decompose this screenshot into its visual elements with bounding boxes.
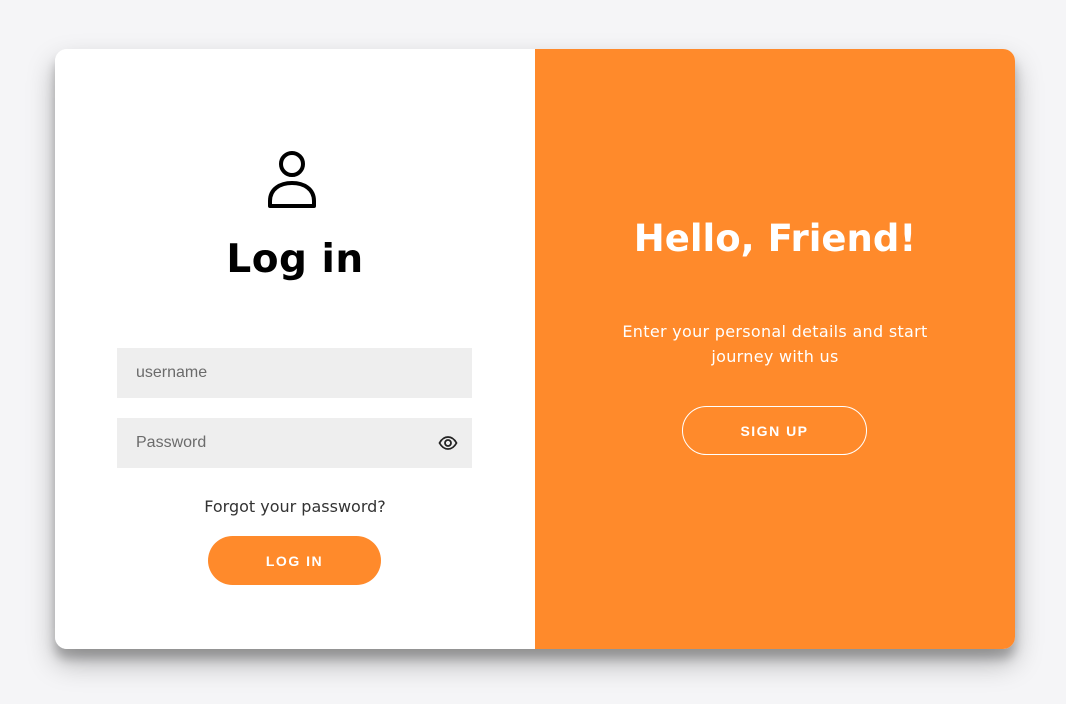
login-title: Log in <box>226 237 364 282</box>
signup-panel-text: Enter your personal details and start jo… <box>622 322 928 366</box>
user-icon <box>268 151 316 208</box>
eye-icon[interactable] <box>438 435 458 451</box>
password-field-container <box>117 418 472 468</box>
forgot-password-link[interactable]: Forgot your password? <box>55 497 535 516</box>
username-field-container <box>117 348 472 398</box>
login-panel: Log in Forgot your password? LOG IN <box>55 49 535 649</box>
signup-button[interactable]: SIGN UP <box>682 406 867 455</box>
login-button[interactable]: LOG IN <box>208 536 381 585</box>
auth-card: Log in Forgot your password? LOG IN Hell… <box>55 49 1015 649</box>
password-input[interactable] <box>117 418 472 468</box>
username-input[interactable] <box>117 348 472 398</box>
signup-panel: Hello, Friend! Enter your personal detai… <box>535 49 1015 649</box>
signup-panel-title: Hello, Friend! <box>633 217 917 260</box>
